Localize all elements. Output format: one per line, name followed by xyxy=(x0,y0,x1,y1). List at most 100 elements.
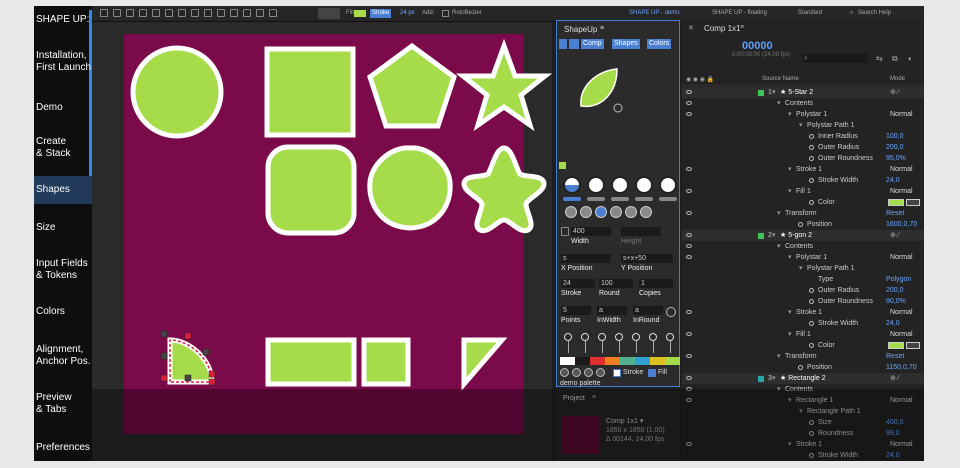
layer-switches-icon[interactable]: ⊕ ⁄ xyxy=(890,87,899,98)
selection-tool-icon[interactable] xyxy=(100,9,108,17)
shape-toggle-bar[interactable] xyxy=(587,197,605,201)
property-row[interactable]: Outer Roundness 95,0% xyxy=(682,153,924,164)
property-value[interactable]: 24,0 xyxy=(886,450,900,461)
draft-3d-icon[interactable]: ⧉ xyxy=(892,54,898,64)
star-shape-button-icon[interactable] xyxy=(659,176,677,194)
sidebar-item-8[interactable]: Alignment, Anchor Pos. xyxy=(34,344,92,368)
roto-brush-icon[interactable] xyxy=(256,9,264,17)
comp-flowchart-icon[interactable]: ⇆ xyxy=(876,54,883,63)
property-value[interactable]: 24,0 xyxy=(886,175,900,186)
property-value[interactable]: 24,0 xyxy=(886,318,900,329)
shape-toggle-bar[interactable] xyxy=(659,197,677,201)
blend-mode-value[interactable]: Normal xyxy=(890,307,913,318)
small-square-shape[interactable] xyxy=(361,337,411,387)
visibility-eye-icon[interactable] xyxy=(686,90,692,94)
visibility-eye-icon[interactable] xyxy=(686,233,692,237)
zoom-tool-icon[interactable] xyxy=(126,9,134,17)
y-position-field[interactable]: s+x+50 xyxy=(621,254,673,263)
eyedropper-icon[interactable] xyxy=(906,342,920,349)
selection-handle-icon[interactable] xyxy=(184,374,192,382)
sidebar-item-7[interactable]: Colors xyxy=(34,306,92,318)
twirl-down-icon[interactable]: ▾ xyxy=(772,87,776,98)
property-row[interactable]: Outer Radius 200,0 xyxy=(682,142,924,153)
palette-slider-knob[interactable] xyxy=(666,333,674,341)
twirl-down-icon[interactable]: ▾ xyxy=(799,120,803,131)
visibility-eye-icon[interactable] xyxy=(686,112,692,116)
camera-tool-icon[interactable] xyxy=(152,9,160,17)
type-tool-icon[interactable] xyxy=(204,9,212,17)
visibility-eye-icon[interactable] xyxy=(686,101,692,105)
twirl-down-icon[interactable]: ▾ xyxy=(777,98,781,109)
stopwatch-icon[interactable] xyxy=(809,134,814,139)
timeline-tab[interactable]: Comp 1x1 xyxy=(704,24,740,33)
copies-field[interactable]: 1 xyxy=(639,279,673,288)
stroke-field[interactable]: 24 xyxy=(561,279,595,288)
blend-mode-value[interactable]: Normal xyxy=(890,395,913,406)
twirl-down-icon[interactable]: ▾ xyxy=(777,351,781,362)
palette-slider-knob[interactable] xyxy=(632,333,640,341)
puppet-pin-icon[interactable] xyxy=(269,9,277,17)
corner-style-icon[interactable] xyxy=(625,206,637,218)
property-row[interactable]: ▾ Polystar Path 1 xyxy=(682,263,924,274)
twirl-down-icon[interactable]: ▾ xyxy=(772,230,776,241)
blend-mode-value[interactable]: Normal xyxy=(890,329,913,340)
layer-row[interactable]: 3 ▾ ★ Rectangle 2 ⊕ ⁄ xyxy=(682,373,924,384)
timeline-search-input[interactable]: ⌕ xyxy=(802,54,868,63)
property-value[interactable]: 200,0 xyxy=(886,142,904,153)
brush-tool-icon[interactable] xyxy=(217,9,225,17)
sidebar-item-6[interactable]: Input Fields & Tokens xyxy=(34,258,92,282)
property-row[interactable]: ▾ Transform Reset xyxy=(682,208,924,219)
layer-switches-icon[interactable]: ⊕ ⁄ xyxy=(890,373,899,384)
property-value[interactable]: 1150,0,70 xyxy=(886,362,917,373)
workspace-standard[interactable]: Standard xyxy=(798,9,822,18)
inround-field[interactable]: a xyxy=(633,306,663,315)
color-chip-icon[interactable] xyxy=(559,162,566,169)
corner-style-icon[interactable] xyxy=(610,206,622,218)
visibility-eye-icon[interactable] xyxy=(686,387,692,391)
property-row[interactable]: ▾ Polystar 1 Normal xyxy=(682,109,924,120)
property-row[interactable]: Roundness 99,0 xyxy=(682,428,924,439)
palette-swatch-4[interactable] xyxy=(605,357,620,365)
rectangle-tool-icon[interactable] xyxy=(178,9,186,17)
layer-label-color[interactable] xyxy=(758,90,764,96)
visibility-eye-icon[interactable] xyxy=(686,189,692,193)
property-row[interactable]: Size 400,0 xyxy=(682,417,924,428)
blend-mode-value[interactable]: Normal xyxy=(890,439,913,450)
eyedropper-icon[interactable] xyxy=(560,368,569,377)
stopwatch-icon[interactable] xyxy=(809,420,814,425)
square-shape[interactable] xyxy=(264,46,356,138)
sidebar-item-2[interactable]: Demo xyxy=(34,102,92,114)
layer-switches-icon[interactable]: ⊕ ⁄ xyxy=(890,230,899,241)
hand-tool-icon[interactable] xyxy=(113,9,121,17)
panel-menu-icon[interactable]: ≡ xyxy=(600,24,604,33)
property-value[interactable]: Reset xyxy=(886,208,904,219)
composition-canvas[interactable] xyxy=(92,22,552,461)
palette-slider-knob[interactable] xyxy=(581,333,589,341)
property-row[interactable]: ▾ Fill 1 Normal xyxy=(682,186,924,197)
composition-viewer[interactable] xyxy=(92,22,552,461)
clone-stamp-icon[interactable] xyxy=(230,9,238,17)
pan-behind-icon[interactable] xyxy=(165,9,173,17)
shape-toggle-bar[interactable] xyxy=(635,197,653,201)
twirl-down-icon[interactable]: ▾ xyxy=(788,109,792,120)
property-row[interactable]: Inner Radius 100,0 xyxy=(682,131,924,142)
twirl-down-icon[interactable]: ▾ xyxy=(788,164,792,175)
palette-swatch-3[interactable] xyxy=(590,357,605,365)
corner-style-icon[interactable] xyxy=(580,206,592,218)
timecode[interactable]: 00000 xyxy=(742,40,773,52)
tab-colors[interactable]: Colors xyxy=(647,39,672,49)
pin-icon[interactable] xyxy=(559,39,567,49)
property-row[interactable]: Stroke Width 24,0 xyxy=(682,175,924,186)
workspace-shape-up-floating[interactable]: SHAPE UP - floating xyxy=(712,9,767,18)
layer-row[interactable]: 2 ▾ ★ 5-gon 2 ⊕ ⁄ xyxy=(682,230,924,241)
fill-toggle-box[interactable] xyxy=(648,369,656,377)
property-row[interactable]: ▾ Rectangle 1 Normal xyxy=(682,395,924,406)
twirl-down-icon[interactable]: ▾ xyxy=(777,208,781,219)
palette-slider-knob[interactable] xyxy=(598,333,606,341)
twirl-down-icon[interactable]: ▾ xyxy=(799,263,803,274)
corner-style-icon[interactable] xyxy=(595,206,607,218)
property-row[interactable]: Color xyxy=(682,340,924,351)
property-value[interactable]: Reset xyxy=(886,351,904,362)
shape-toggle-bar[interactable] xyxy=(611,197,629,201)
color-swatch[interactable] xyxy=(888,199,904,206)
